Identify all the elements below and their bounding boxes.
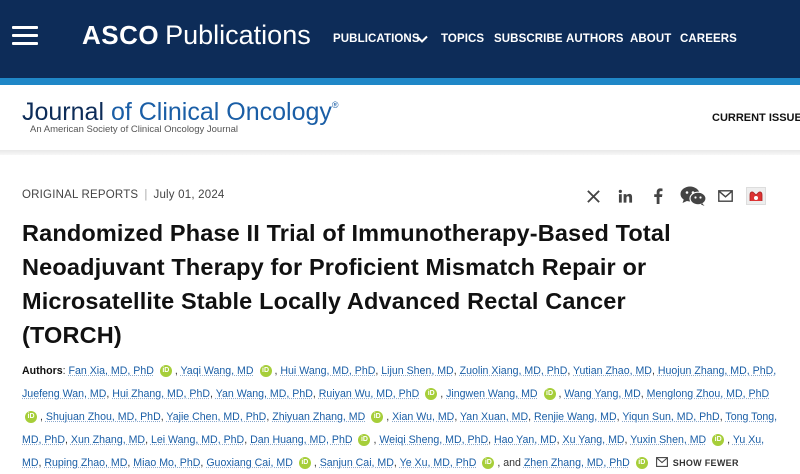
author-link[interactable]: Renjie Wang, MD	[534, 411, 617, 423]
authors-line: Juefeng Wan, MD, Hui Zhang, MD, PhD, Yan…	[22, 384, 769, 404]
author-link[interactable]: Shujuan Zhou, MD, PhD	[46, 411, 161, 423]
nav-topics[interactable]: TOPICS	[441, 33, 484, 45]
top-navigation-bar: ASCO Publications PUBLICATIONS TOPICS SUB…	[0, 0, 800, 78]
author-link[interactable]: Xian Wu, MD	[392, 411, 454, 423]
author-link[interactable]: Fan Xia, MD, PhD	[69, 365, 154, 377]
author-link[interactable]: Weiqi Sheng, MD, PhD	[379, 434, 488, 446]
author-link[interactable]: Yu Xu,	[733, 434, 764, 446]
orcid-icon[interactable]: iD	[712, 434, 724, 446]
nav-publications[interactable]: PUBLICATIONS	[333, 33, 420, 45]
orcid-icon[interactable]: iD	[544, 388, 556, 400]
brand-publications: Publications	[165, 20, 311, 50]
author-link[interactable]: Zhen Zhang, MD, PhD	[524, 457, 630, 469]
article-title: Randomized Phase II Trial of Immunothera…	[22, 216, 782, 352]
title-line: Randomized Phase II Trial of Immunothera…	[22, 216, 782, 250]
article-date: July 01, 2024	[154, 189, 225, 201]
author-link[interactable]: Dan Huang, MD, PhD	[250, 434, 352, 446]
brand-asco: ASCO	[82, 20, 159, 50]
header-divider	[0, 150, 800, 155]
author-link[interactable]: Lijun Shen, MD	[381, 365, 453, 377]
author-link[interactable]: Guoxiang Cai, MD	[206, 457, 293, 469]
orcid-icon[interactable]: iD	[25, 411, 37, 423]
orcid-icon[interactable]: iD	[425, 388, 437, 400]
journal-title: Journal of Clinical Oncology®	[22, 98, 339, 127]
chevron-down-icon[interactable]	[415, 32, 429, 46]
author-link[interactable]: Huojun Zhang, MD, PhD,	[658, 365, 776, 377]
title-line: Neoadjuvant Therapy for Proficient Misma…	[22, 250, 782, 284]
email-icon[interactable]	[716, 186, 734, 206]
author-link[interactable]: Yaqi Wang, MD	[181, 365, 254, 377]
registered-mark: ®	[332, 100, 339, 110]
wechat-icon[interactable]	[679, 186, 707, 206]
title-line: Microsatellite Stable Locally Advanced R…	[22, 284, 782, 318]
author-link[interactable]: MD, PhD	[22, 434, 65, 446]
author-link[interactable]: Yiqun Sun, MD, PhD	[622, 411, 719, 423]
journal-title-word: Journal	[22, 98, 104, 126]
author-link[interactable]: Xu Yang, MD	[563, 434, 625, 446]
current-issue-link[interactable]: CURRENT ISSUE	[712, 112, 800, 124]
nav-subscribe[interactable]: SUBSCRIBE	[494, 33, 563, 45]
mendeley-icon[interactable]	[745, 186, 767, 206]
author-link[interactable]: Hao Yan, MD	[494, 434, 557, 446]
author-link[interactable]: Yan Wang, MD, PhD	[216, 388, 313, 400]
authors-line: iD, Shujuan Zhou, MD, PhD, Yajie Chen, M…	[22, 407, 777, 427]
linkedin-icon[interactable]	[616, 186, 634, 206]
asco-publications-logo[interactable]: ASCO Publications	[82, 20, 311, 51]
jco-logo[interactable]: Journal of Clinical Oncology® An America…	[22, 98, 339, 135]
show-fewer-button[interactable]: SHOW FEWER	[673, 458, 739, 468]
journal-title-rest: of Clinical Oncology	[104, 98, 332, 126]
author-link[interactable]: Hui Wang, MD, PhD	[280, 365, 375, 377]
author-link[interactable]: Ye Xu, MD, PhD	[400, 457, 477, 469]
nav-about[interactable]: ABOUT	[630, 33, 671, 45]
hamburger-menu-icon[interactable]	[12, 26, 38, 46]
author-link[interactable]: Ruiyan Wu, MD, PhD	[319, 388, 419, 400]
author-link[interactable]: Zhiyuan Zhang, MD	[272, 411, 365, 423]
orcid-icon[interactable]: iD	[636, 457, 648, 469]
nav-authors[interactable]: AUTHORS	[566, 33, 624, 45]
author-link[interactable]: Yutian Zhao, MD	[573, 365, 652, 377]
orcid-icon[interactable]: iD	[260, 365, 272, 377]
meta-separator: |	[144, 189, 147, 201]
author-link[interactable]: Zuolin Xiang, MD, PhD	[460, 365, 568, 377]
author-link[interactable]: Wang Yang, MD	[564, 388, 640, 400]
and-text: , and	[497, 457, 524, 469]
article-meta: ORIGINAL REPORTS | July 01, 2024	[22, 189, 225, 201]
orcid-icon[interactable]: iD	[160, 365, 172, 377]
facebook-icon[interactable]	[650, 186, 666, 206]
article-type: ORIGINAL REPORTS	[22, 189, 138, 201]
author-link[interactable]: Xun Zhang, MD	[71, 434, 145, 446]
author-link[interactable]: Juefeng Wan, MD	[22, 388, 106, 400]
orcid-icon[interactable]: iD	[299, 457, 311, 469]
nav-careers[interactable]: CAREERS	[680, 33, 737, 45]
orcid-icon[interactable]: iD	[358, 434, 370, 446]
x-twitter-icon[interactable]	[584, 186, 602, 206]
author-link[interactable]: Miao Mo, PhD	[133, 457, 200, 469]
author-link[interactable]: Yan Xuan, MD	[460, 411, 528, 423]
author-link[interactable]: Sanjun Cai, MD	[320, 457, 394, 469]
authors-line: MD, PhD, Xun Zhang, MD, Lei Wang, MD, Ph…	[22, 430, 764, 450]
author-link[interactable]: Lei Wang, MD, PhD	[151, 434, 244, 446]
orcid-icon[interactable]: iD	[482, 457, 494, 469]
author-link[interactable]: Yajie Chen, MD, PhD	[166, 411, 266, 423]
author-link[interactable]: MD	[22, 457, 38, 469]
title-line: (TORCH)	[22, 318, 782, 352]
author-link[interactable]: Jingwen Wang, MD	[446, 388, 537, 400]
authors-label: Authors	[22, 365, 63, 377]
author-link[interactable]: Yuxin Shen, MD	[630, 434, 706, 446]
authors-line: Authors: Fan Xia, MD, PhD iD, Yaqi Wang,…	[22, 361, 776, 381]
author-link[interactable]: Tong Tong,	[725, 411, 777, 423]
author-link[interactable]: Menglong Zhou, MD, PhD	[647, 388, 769, 400]
mail-icon[interactable]	[656, 457, 668, 467]
accent-stripe	[0, 78, 800, 85]
orcid-icon[interactable]: iD	[371, 411, 383, 423]
authors-line: MD, Ruping Zhao, MD, Miao Mo, PhD, Guoxi…	[22, 453, 739, 473]
author-link[interactable]: Ruping Zhao, MD	[44, 457, 127, 469]
author-link[interactable]: Hui Zhang, MD, PhD	[112, 388, 210, 400]
